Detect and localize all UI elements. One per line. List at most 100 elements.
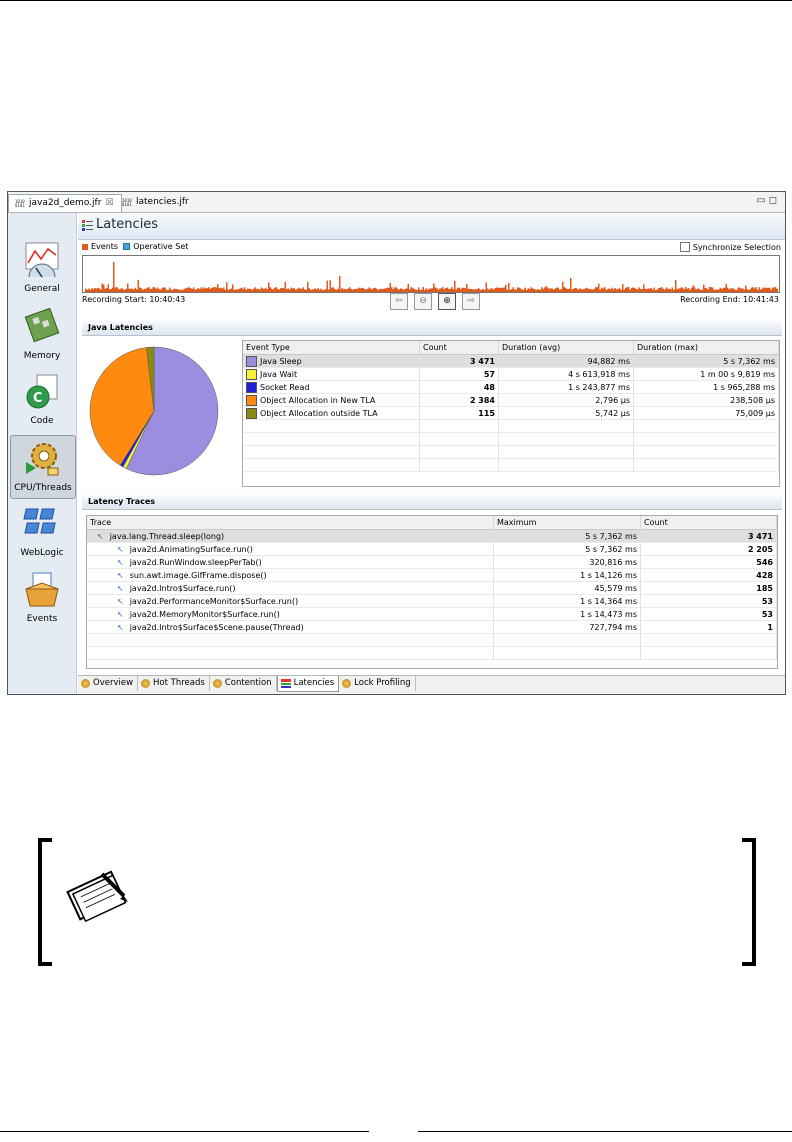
empty-row bbox=[243, 445, 779, 459]
sidebar-item-cpu-threads[interactable]: CPU/Threads bbox=[10, 435, 76, 499]
table-row[interactable]: Java Sleep 3 471 94,882 ms 5 s 7,362 ms bbox=[243, 354, 779, 368]
color-swatch bbox=[246, 368, 257, 380]
empty-row bbox=[87, 646, 777, 660]
col-count[interactable]: Count bbox=[419, 341, 499, 355]
zoom-out-button[interactable]: ⊖ bbox=[414, 293, 432, 310]
sync-checkbox[interactable] bbox=[679, 242, 690, 252]
gear-icon bbox=[212, 679, 222, 688]
table-row[interactable]: ↖ java2d.PerformanceMonitor$Surface.run()… bbox=[87, 594, 777, 608]
timeline-spike bbox=[339, 276, 341, 292]
empty-row bbox=[87, 633, 777, 647]
maximum-cell: 320,816 ms bbox=[493, 555, 641, 569]
count-cell: 53 bbox=[640, 594, 777, 608]
method-icon: ↖ bbox=[117, 557, 124, 567]
event-type-cell: Socket Read bbox=[243, 380, 420, 394]
method-icon: ↖ bbox=[97, 531, 104, 541]
table-row[interactable]: ↖ java2d.RunWindow.sleepPerTab() 320,816 m… bbox=[87, 555, 777, 569]
color-swatch bbox=[246, 394, 257, 406]
avg-cell: 5,742 µs bbox=[498, 406, 634, 420]
col-duration-max[interactable]: Duration (max) bbox=[633, 341, 779, 355]
table-row[interactable]: Java Wait 57 4 s 613,918 ms 1 m 00 s 9,819 … bbox=[243, 367, 779, 381]
tab-lock-profiling[interactable]: Lock Profiling bbox=[339, 676, 416, 691]
tab-hot-threads[interactable]: Hot Threads bbox=[138, 676, 210, 691]
method-icon: ↖ bbox=[117, 622, 124, 632]
event-type-cell: Java Wait bbox=[243, 367, 420, 381]
tab-overview[interactable]: Overview bbox=[78, 676, 139, 691]
tab-latencies[interactable]: Latencies bbox=[276, 676, 340, 692]
legend-operative: Operative Set bbox=[133, 242, 189, 251]
tab-java2d-demo[interactable]: 1010 0101 java2d_demo.jfr ☒ bbox=[8, 194, 122, 212]
section-title: Latency Traces bbox=[88, 497, 156, 506]
max-cell: 1 s 965,288 ms bbox=[633, 380, 779, 394]
col-event-type[interactable]: Event Type bbox=[243, 341, 420, 355]
event-timeline[interactable] bbox=[82, 255, 780, 293]
footer-rule-left bbox=[0, 1131, 369, 1132]
col-count[interactable]: Count bbox=[640, 516, 777, 530]
trace-label: java2d.RunWindow.sleepPerTab() bbox=[129, 557, 262, 567]
count-cell: 2 384 bbox=[419, 393, 499, 407]
tab-label: Hot Threads bbox=[153, 678, 205, 688]
sidebar-item-general[interactable]: General bbox=[10, 241, 74, 294]
window-controls[interactable]: ▭◻ bbox=[756, 195, 780, 206]
color-swatch bbox=[246, 381, 257, 393]
view-header: Latencies bbox=[78, 213, 785, 240]
table-row[interactable]: ↖ java.lang.Thread.sleep(long) 5 s 7,362 m… bbox=[87, 529, 777, 543]
count-cell: 1 bbox=[640, 620, 777, 634]
weblogic-icon bbox=[23, 508, 56, 534]
events-swatch bbox=[82, 243, 88, 250]
latencies-icon bbox=[280, 679, 291, 688]
avg-cell: 94,882 ms bbox=[498, 354, 634, 368]
table-row[interactable]: ↖ sun.awt.image.GifFrame.dispose() 1 s 14,… bbox=[87, 568, 777, 582]
method-icon: ↖ bbox=[117, 583, 124, 593]
maximum-cell: 5 s 7,362 ms bbox=[493, 529, 641, 543]
col-trace[interactable]: Trace bbox=[87, 516, 494, 530]
table-row[interactable]: Socket Read 48 1 s 243,877 ms 1 s 965,288 m… bbox=[243, 380, 779, 394]
col-maximum[interactable]: Maximum bbox=[493, 516, 641, 530]
method-icon: ↖ bbox=[117, 609, 124, 619]
event-type-label: Object Allocation in New TLA bbox=[260, 395, 376, 405]
tab-contention[interactable]: Contention bbox=[210, 676, 277, 691]
tab-latencies[interactable]: 1010 0101 latencies.jfr bbox=[116, 194, 216, 211]
table-row[interactable]: ↖ java2d.Intro$Surface.run() 45,579 ms 185 bbox=[87, 581, 777, 595]
table-header-row: Trace Maximum Count bbox=[87, 516, 777, 530]
table-row[interactable]: Object Allocation in New TLA 2 384 2,796 µ… bbox=[243, 393, 779, 407]
timeline-spike bbox=[675, 280, 677, 292]
count-cell: 3 471 bbox=[640, 529, 777, 543]
avg-cell: 1 s 243,877 ms bbox=[498, 380, 634, 394]
synchronize-selection[interactable]: Synchronize Selection bbox=[679, 242, 781, 252]
sidebar-item-label: Memory bbox=[23, 351, 61, 361]
timeline-spike bbox=[113, 262, 115, 292]
count-cell: 3 471 bbox=[419, 354, 499, 368]
nav-back-button[interactable]: ⇦ bbox=[390, 293, 408, 310]
java-latencies-section-header[interactable]: Java Latencies bbox=[82, 321, 782, 336]
event-type-label: Object Allocation outside TLA bbox=[260, 408, 378, 418]
table-row[interactable]: ↖ java2d.AnimatingSurface.run() 5 s 7,362 … bbox=[87, 542, 777, 556]
svg-text:C: C bbox=[33, 391, 43, 406]
table-row[interactable]: Object Allocation outside TLA 115 5,742 µs… bbox=[243, 406, 779, 420]
sidebar-item-events[interactable]: Events bbox=[10, 571, 74, 624]
maximum-cell: 1 s 14,473 ms bbox=[493, 607, 641, 621]
empty-row bbox=[243, 432, 779, 446]
zoom-in-button[interactable]: ⊕ bbox=[438, 293, 456, 310]
event-type-cell: Java Sleep bbox=[243, 354, 420, 368]
table-row[interactable]: ↖ java2d.MemoryMonitor$Surface.run() 1 s 1… bbox=[87, 607, 777, 621]
latencies-icon bbox=[82, 220, 93, 231]
trace-label: java2d.Intro$Surface$Scene.pause(Thread) bbox=[129, 622, 304, 632]
trace-cell: ↖ java2d.MemoryMonitor$Surface.run() bbox=[87, 607, 494, 621]
jmc-window: 1010 0101 java2d_demo.jfr ☒ 1010 0101 late… bbox=[7, 191, 786, 695]
table-row[interactable]: ↖ java2d.Intro$Surface$Scene.pause(Thread… bbox=[87, 620, 777, 634]
sidebar-item-weblogic[interactable]: WebLogic bbox=[10, 505, 74, 558]
col-duration-avg[interactable]: Duration (avg) bbox=[498, 341, 634, 355]
sidebar: General Memory C Code CPU/Threads WebLog… bbox=[8, 213, 77, 694]
sidebar-item-memory[interactable]: Memory bbox=[10, 307, 74, 361]
trace-cell: ↖ java2d.Intro$Surface.run() bbox=[87, 581, 494, 595]
trace-cell: ↖ java2d.AnimatingSurface.run() bbox=[87, 542, 494, 556]
count-cell: 428 bbox=[640, 568, 777, 582]
left-bracket bbox=[38, 838, 52, 966]
sidebar-item-code[interactable]: C Code bbox=[10, 373, 74, 426]
nav-forward-button[interactable]: ⇨ bbox=[462, 293, 480, 310]
latency-traces-section-header[interactable]: Latency Traces bbox=[82, 495, 782, 510]
trace-cell: ↖ java.lang.Thread.sleep(long) bbox=[87, 529, 494, 543]
close-icon[interactable]: ☒ bbox=[105, 195, 113, 212]
avg-cell: 4 s 613,918 ms bbox=[498, 367, 634, 381]
